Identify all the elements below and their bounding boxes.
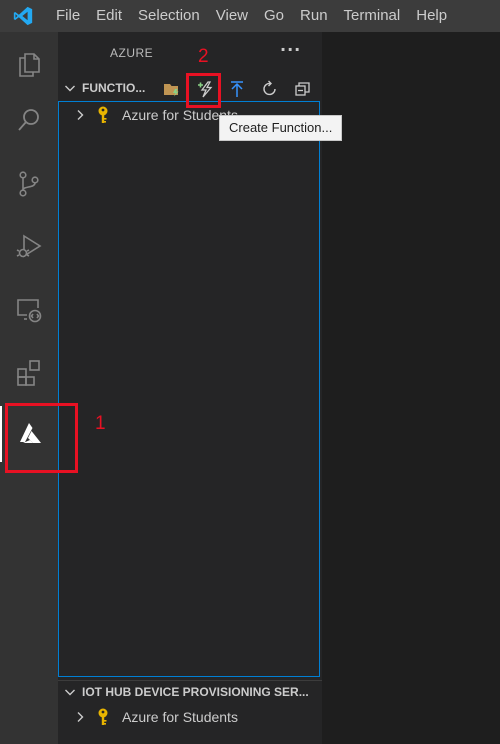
more-actions-button[interactable]: ··· <box>280 40 301 59</box>
menu-go[interactable]: Go <box>256 0 292 32</box>
menu-edit[interactable]: Edit <box>88 0 130 32</box>
tree-item-label: Azure for Students <box>122 709 238 725</box>
deploy-icon <box>231 81 243 97</box>
deploy-button[interactable] <box>226 78 248 100</box>
functions-section-label: FUNCTIO... <box>82 81 146 95</box>
run-debug-icon[interactable] <box>0 218 58 274</box>
title-bar: File Edit Selection View Go Run Terminal… <box>0 0 500 32</box>
menu-view[interactable]: View <box>208 0 256 32</box>
refresh-button[interactable] <box>259 78 281 100</box>
menu-help[interactable]: Help <box>408 0 455 32</box>
create-project-button[interactable] <box>161 78 183 100</box>
iot-hub-section-header[interactable]: IOT HUB DEVICE PROVISIONING SER... <box>58 680 322 703</box>
annotation-box-1 <box>5 403 78 473</box>
key-icon <box>98 106 108 123</box>
create-project-icon <box>164 84 179 97</box>
chevron-down-icon <box>65 85 75 92</box>
annotation-number-1: 1 <box>95 413 106 434</box>
annotation-number-2: 2 <box>198 46 209 67</box>
menu-file[interactable]: File <box>48 0 88 32</box>
chevron-right-icon <box>77 110 84 120</box>
annotation-box-2 <box>186 73 221 108</box>
create-function-tooltip: Create Function... <box>219 115 343 141</box>
refresh-icon <box>263 80 276 96</box>
search-icon[interactable] <box>0 92 58 148</box>
menu-run[interactable]: Run <box>292 0 336 32</box>
menu-selection[interactable]: Selection <box>130 0 208 32</box>
functions-tree-focus <box>58 101 320 677</box>
chevron-down-icon <box>65 689 75 696</box>
sidebar-title: AZURE <box>110 46 154 60</box>
activity-bar <box>0 32 58 744</box>
remote-explorer-icon[interactable] <box>0 282 58 338</box>
key-icon <box>98 708 108 725</box>
collapse-all-icon <box>295 82 310 96</box>
extensions-icon[interactable] <box>0 344 58 400</box>
source-control-icon[interactable] <box>0 156 58 212</box>
vscode-logo-icon <box>0 5 48 27</box>
collapse-all-button[interactable] <box>292 78 314 100</box>
menu-terminal[interactable]: Terminal <box>336 0 409 32</box>
editor-area <box>322 32 500 744</box>
chevron-right-icon <box>77 712 84 722</box>
tree-row-iot-azure-for-students[interactable]: Azure for Students <box>74 706 238 728</box>
iot-hub-section-label: IOT HUB DEVICE PROVISIONING SER... <box>82 685 309 699</box>
explorer-icon[interactable] <box>0 36 58 92</box>
